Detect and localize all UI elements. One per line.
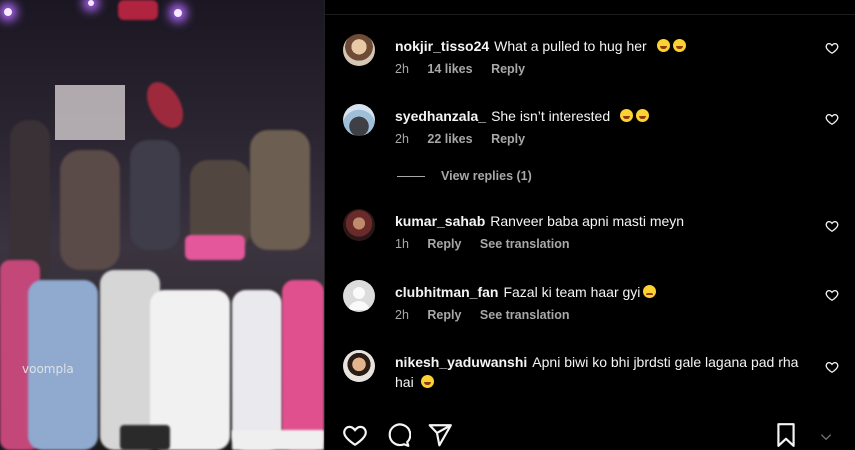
stage-light [88, 0, 94, 6]
stage-light [4, 8, 12, 16]
like-heart-icon[interactable] [825, 41, 839, 55]
comment-time: 2h [395, 62, 409, 76]
laugh-cry-emoji [420, 375, 434, 388]
stage-banner [55, 85, 125, 140]
comment-text: Ranveer baba apni masti meyn [490, 213, 685, 229]
laugh-cry-emoji [636, 109, 650, 122]
like-heart-icon[interactable] [825, 360, 839, 374]
laugh-cry-emoji [656, 39, 670, 52]
see-translation-button[interactable]: See translation [480, 237, 570, 251]
video-watermark: voompla [22, 362, 74, 376]
share-icon[interactable] [427, 422, 453, 448]
comment-username[interactable]: syedhanzala_ [395, 108, 486, 124]
comment-username[interactable]: kumar_sahab [395, 213, 485, 229]
comment-username[interactable]: nokjir_tisso24 [395, 38, 489, 54]
comments-list[interactable]: nokjir_tisso24 What a pulled to hug her 2… [325, 0, 855, 418]
avatar[interactable] [343, 280, 375, 312]
comment-time: 1h [395, 237, 409, 251]
view-replies-button[interactable]: View replies (1) [397, 169, 532, 183]
avatar[interactable] [343, 104, 375, 136]
like-heart-icon[interactable] [825, 219, 839, 233]
avatar[interactable] [343, 34, 375, 66]
laugh-cry-emoji [620, 109, 634, 122]
reply-button[interactable]: Reply [491, 62, 525, 76]
comment-time: 2h [395, 308, 409, 322]
comment-likes[interactable]: 14 likes [427, 62, 472, 76]
reply-button[interactable]: Reply [427, 308, 461, 322]
comment-username[interactable]: nikesh_yaduwanshi [395, 354, 527, 370]
comment-text: Fazal ki team haar gyi [503, 284, 641, 300]
bookmark-icon[interactable] [773, 422, 799, 448]
default-avatar-icon [348, 287, 370, 310]
comment-likes[interactable]: 22 likes [427, 132, 472, 146]
see-translation-button[interactable]: See translation [480, 308, 570, 322]
comment-text: What a pulled to hug her [494, 38, 647, 54]
sad-emoji [643, 285, 657, 298]
reply-button[interactable]: Reply [491, 132, 525, 146]
replies-line [397, 176, 425, 178]
heart-icon[interactable] [342, 422, 368, 448]
avatar[interactable] [343, 209, 375, 241]
reel-video[interactable]: voompla [0, 0, 324, 450]
comment-icon[interactable] [385, 422, 411, 448]
comment-text: She isn’t interested [491, 108, 611, 124]
chevron-down-icon[interactable] [819, 430, 833, 444]
comment-username[interactable]: clubhitman_fan [395, 284, 498, 300]
avatar[interactable] [343, 350, 375, 382]
reply-button[interactable]: Reply [427, 237, 461, 251]
like-heart-icon[interactable] [825, 288, 839, 302]
comment-time: 2h [395, 132, 409, 146]
like-heart-icon[interactable] [825, 112, 839, 126]
comments-header-edge [325, 0, 855, 15]
stage-light [174, 9, 182, 17]
post-action-bar [325, 418, 855, 450]
laugh-cry-emoji [672, 39, 686, 52]
